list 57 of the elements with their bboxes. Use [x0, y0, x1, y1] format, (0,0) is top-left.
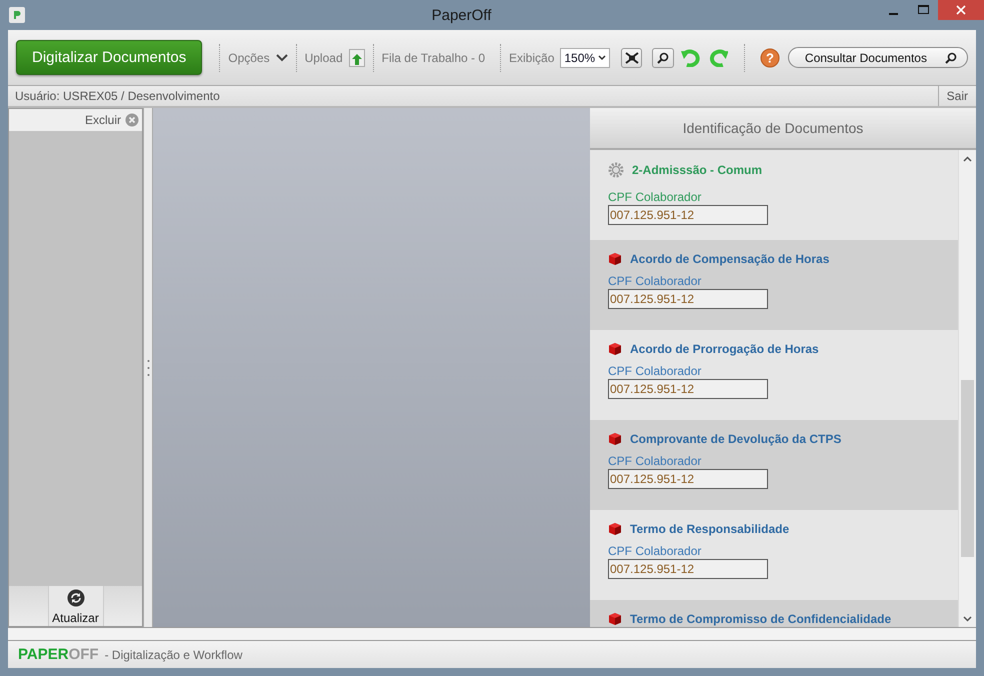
search-icon-button[interactable] [652, 48, 674, 68]
splitter-handle[interactable] [143, 108, 153, 627]
field-label: CPF Colaborador [608, 190, 702, 204]
cube-icon [608, 612, 622, 626]
zoom-dropdown[interactable]: 150% [560, 48, 610, 68]
dropdown-caret-icon [598, 54, 606, 60]
document-title: Acordo de Compensação de Horas [630, 252, 830, 266]
logout-button[interactable]: Sair [938, 86, 976, 106]
field-label: CPF Colaborador [608, 274, 702, 288]
chevron-up-icon [963, 156, 972, 162]
close-button[interactable] [938, 0, 984, 20]
delete-button[interactable]: Excluir [9, 109, 142, 131]
cpf-input-field[interactable]: 007.125.951-12 [608, 205, 768, 225]
scan-documents-button[interactable]: Digitalizar Documentos [16, 40, 202, 75]
close-icon [956, 5, 966, 15]
search-icon [944, 52, 957, 64]
document-title: Acordo de Prorrogação de Horas [630, 342, 819, 356]
upload-button[interactable]: Upload [302, 48, 368, 66]
document-title: 2-Admisssão - Comum [632, 163, 762, 177]
cpf-input-field[interactable]: 007.125.951-12 [608, 559, 768, 579]
gear-icon [608, 162, 624, 178]
app-logo-icon [9, 7, 25, 23]
refresh-icon [66, 589, 84, 607]
fit-screen-button[interactable] [620, 48, 642, 68]
document-title: Termo de Compromisso de Confidencialidade [630, 612, 892, 626]
user-label: Usuário: USREX05 / Desenvolvimento [14, 89, 220, 103]
cube-icon [608, 252, 622, 266]
document-title: Termo de Responsabilidade [630, 522, 790, 536]
search-icon [657, 52, 670, 64]
cpf-input-field[interactable]: 007.125.951-12 [608, 289, 768, 309]
field-label: CPF Colaborador [608, 364, 702, 378]
options-menu[interactable]: Opções [225, 50, 291, 64]
chevron-down-icon [963, 616, 972, 622]
field-label: CPF Colaborador [608, 454, 702, 468]
cube-icon [608, 342, 622, 356]
help-icon[interactable]: ? [760, 48, 780, 68]
cube-icon [608, 432, 622, 446]
zoom-label: Exibição [508, 50, 556, 64]
refresh-button[interactable]: Atualizar [48, 586, 104, 626]
cpf-input-field[interactable]: 007.125.951-12 [608, 469, 768, 489]
minimize-icon [888, 13, 898, 15]
work-queue-label: Fila de Trabalho - 0 [380, 50, 486, 64]
paperoff-logo: PAPEROFF [18, 646, 99, 663]
search-documents-button[interactable]: Consultar Documentos [788, 47, 968, 68]
chevron-down-icon [276, 54, 288, 62]
panel-title: Identificação de Documentos [590, 108, 976, 150]
document-title: Comprovante de Devolução da CTPS [630, 432, 842, 446]
window-title: PaperOff [430, 6, 492, 24]
maximize-icon [918, 5, 928, 15]
cube-icon [608, 522, 622, 536]
fullscreen-icon [624, 52, 639, 64]
tagline: - Digitalização e Workflow [104, 648, 242, 662]
scrollbar-thumb[interactable] [961, 380, 974, 557]
grip-dots-icon [146, 358, 150, 378]
close-circle-icon [125, 113, 139, 127]
cpf-input-field[interactable]: 007.125.951-12 [608, 379, 768, 399]
field-label: CPF Colaborador [608, 544, 702, 558]
